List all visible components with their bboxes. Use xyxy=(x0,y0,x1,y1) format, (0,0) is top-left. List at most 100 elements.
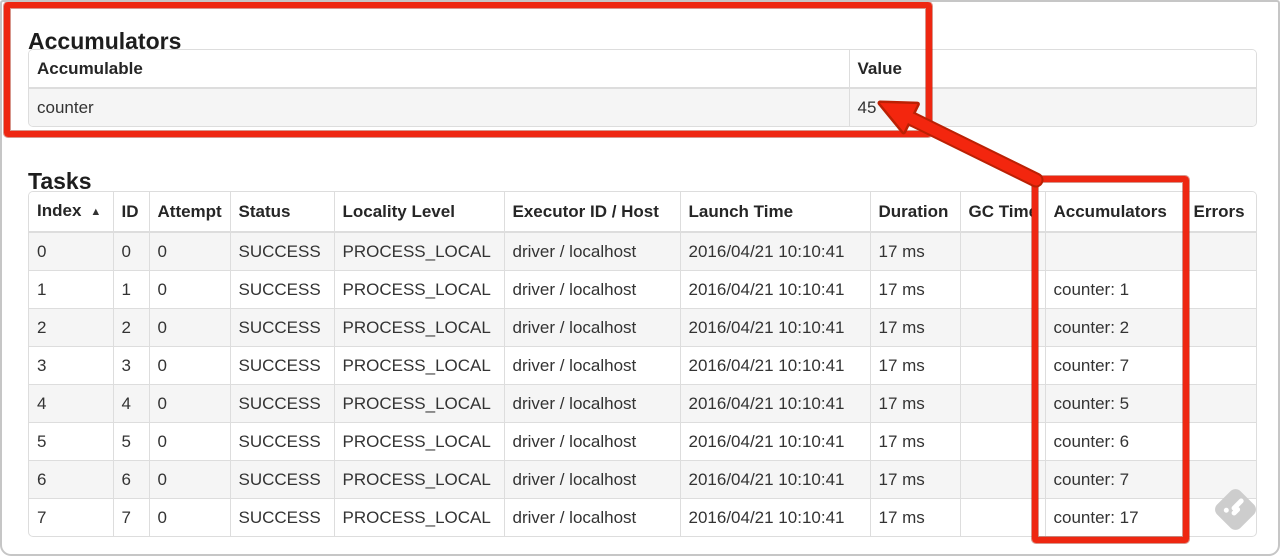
cell-id: 0 xyxy=(113,232,150,271)
cell-gc-time xyxy=(960,232,1046,271)
cell-gc-time xyxy=(960,498,1046,536)
cell-status: SUCCESS xyxy=(230,232,335,271)
cell-errors xyxy=(1185,384,1256,423)
cell-duration: 17 ms xyxy=(870,270,961,309)
tasks-table-grid: Index ▲ ID Attempt Status Locality Level Execu… xyxy=(29,192,1256,536)
cell-executor-id-host: driver / localhost xyxy=(504,308,681,347)
cell-accumulators: counter: 7 xyxy=(1045,346,1186,385)
cell-gc-time xyxy=(960,384,1046,423)
column-header-label: Executor ID / Host xyxy=(512,202,659,221)
table-row: 1 1 0 SUCCESS PROCESS_LOCAL driver / localhos… xyxy=(29,270,1256,309)
column-header-launch-time[interactable]: Launch Time xyxy=(680,192,871,233)
cell-launch-time: 2016/04/21 10:10:41 xyxy=(680,270,871,309)
cell-status: SUCCESS xyxy=(230,460,335,499)
cell-id: 4 xyxy=(113,384,150,423)
cell-index: 2 xyxy=(29,308,114,347)
column-header-accumulators[interactable]: Accumulators xyxy=(1045,192,1186,233)
cell-status: SUCCESS xyxy=(230,308,335,347)
column-header-gc-time[interactable]: GC Time xyxy=(960,192,1046,233)
accumulators-table-grid: Accumulable Value counter 45 xyxy=(29,50,1256,126)
cell-locality-level: PROCESS_LOCAL xyxy=(334,384,505,423)
sort-ascending-icon: ▲ xyxy=(90,206,102,218)
column-header-value[interactable]: Value xyxy=(849,50,1256,89)
table-row: 2 2 0 SUCCESS PROCESS_LOCAL driver / localhos… xyxy=(29,308,1256,347)
cell-id: 6 xyxy=(113,460,150,499)
column-header-errors[interactable]: Errors xyxy=(1185,192,1256,233)
cell-accumulators: counter: 6 xyxy=(1045,422,1186,461)
column-header-index[interactable]: Index ▲ xyxy=(29,192,114,233)
cell-duration: 17 ms xyxy=(870,460,961,499)
cell-launch-time: 2016/04/21 10:10:41 xyxy=(680,308,871,347)
cell-attempt: 0 xyxy=(149,384,231,423)
column-header-duration[interactable]: Duration xyxy=(870,192,961,233)
cell-launch-time: 2016/04/21 10:10:41 xyxy=(680,232,871,271)
cell-launch-time: 2016/04/21 10:10:41 xyxy=(680,422,871,461)
cell-locality-level: PROCESS_LOCAL xyxy=(334,270,505,309)
column-header-id[interactable]: ID xyxy=(113,192,150,233)
table-row: 6 6 0 SUCCESS PROCESS_LOCAL driver / localhos… xyxy=(29,460,1256,499)
cell-status: SUCCESS xyxy=(230,384,335,423)
cell-index: 3 xyxy=(29,346,114,385)
cell-gc-time xyxy=(960,422,1046,461)
column-header-label: Locality Level xyxy=(342,202,455,221)
table-row: 0 0 0 SUCCESS PROCESS_LOCAL driver / localhos… xyxy=(29,232,1256,271)
cell-gc-time xyxy=(960,460,1046,499)
cell-index: 4 xyxy=(29,384,114,423)
table-row: counter 45 xyxy=(29,88,1256,126)
cell-locality-level: PROCESS_LOCAL xyxy=(334,460,505,499)
cell-executor-id-host: driver / localhost xyxy=(504,422,681,461)
cell-status: SUCCESS xyxy=(230,270,335,309)
cell-gc-time xyxy=(960,270,1046,309)
cell-launch-time: 2016/04/21 10:10:41 xyxy=(680,346,871,385)
column-header-status[interactable]: Status xyxy=(230,192,335,233)
cell-index: 1 xyxy=(29,270,114,309)
column-header-locality-level[interactable]: Locality Level xyxy=(334,192,505,233)
column-header-label: Value xyxy=(857,59,902,78)
cell-attempt: 0 xyxy=(149,498,231,536)
cell-status: SUCCESS xyxy=(230,346,335,385)
cell-launch-time: 2016/04/21 10:10:41 xyxy=(680,460,871,499)
cell-errors xyxy=(1185,270,1256,309)
column-header-attempt[interactable]: Attempt xyxy=(149,192,231,233)
column-header-accumulable[interactable]: Accumulable xyxy=(29,50,850,89)
cell-duration: 17 ms xyxy=(870,308,961,347)
column-header-label: Index xyxy=(37,201,82,220)
cell-accumulators: counter: 17 xyxy=(1045,498,1186,536)
cell-accumulators: counter: 7 xyxy=(1045,460,1186,499)
cell-id: 5 xyxy=(113,422,150,461)
cell-errors xyxy=(1185,308,1256,347)
cell-id: 3 xyxy=(113,346,150,385)
cell-locality-level: PROCESS_LOCAL xyxy=(334,308,505,347)
cell-locality-level: PROCESS_LOCAL xyxy=(334,346,505,385)
table-row: 4 4 0 SUCCESS PROCESS_LOCAL driver / localhos… xyxy=(29,384,1256,423)
cell-value: 45 xyxy=(849,88,1256,126)
cell-status: SUCCESS xyxy=(230,422,335,461)
cell-id: 2 xyxy=(113,308,150,347)
cell-id: 1 xyxy=(113,270,150,309)
cell-index: 7 xyxy=(29,498,114,536)
cell-launch-time: 2016/04/21 10:10:41 xyxy=(680,498,871,536)
cell-locality-level: PROCESS_LOCAL xyxy=(334,232,505,271)
table-row: 5 5 0 SUCCESS PROCESS_LOCAL driver / localhos… xyxy=(29,422,1256,461)
cell-locality-level: PROCESS_LOCAL xyxy=(334,498,505,536)
cell-errors xyxy=(1185,422,1256,461)
table-header-row: Index ▲ ID Attempt Status Locality Level Execu… xyxy=(29,192,1256,233)
cell-executor-id-host: driver / localhost xyxy=(504,384,681,423)
cell-attempt: 0 xyxy=(149,422,231,461)
cell-duration: 17 ms xyxy=(870,232,961,271)
cell-duration: 17 ms xyxy=(870,346,961,385)
accumulators-table: Accumulable Value counter 45 xyxy=(28,49,1257,127)
column-header-executor-id-host[interactable]: Executor ID / Host xyxy=(504,192,681,233)
cell-attempt: 0 xyxy=(149,270,231,309)
cell-executor-id-host: driver / localhost xyxy=(504,346,681,385)
table-row: 7 7 0 SUCCESS PROCESS_LOCAL driver / localhos… xyxy=(29,498,1256,536)
cell-attempt: 0 xyxy=(149,232,231,271)
column-header-label: Attempt xyxy=(157,202,222,221)
cell-duration: 17 ms xyxy=(870,384,961,423)
column-header-label: Errors xyxy=(1193,202,1245,221)
cell-errors xyxy=(1185,232,1256,271)
cell-index: 6 xyxy=(29,460,114,499)
column-header-label: Duration xyxy=(878,202,949,221)
cell-status: SUCCESS xyxy=(230,498,335,536)
watermark-dot xyxy=(1222,506,1230,514)
